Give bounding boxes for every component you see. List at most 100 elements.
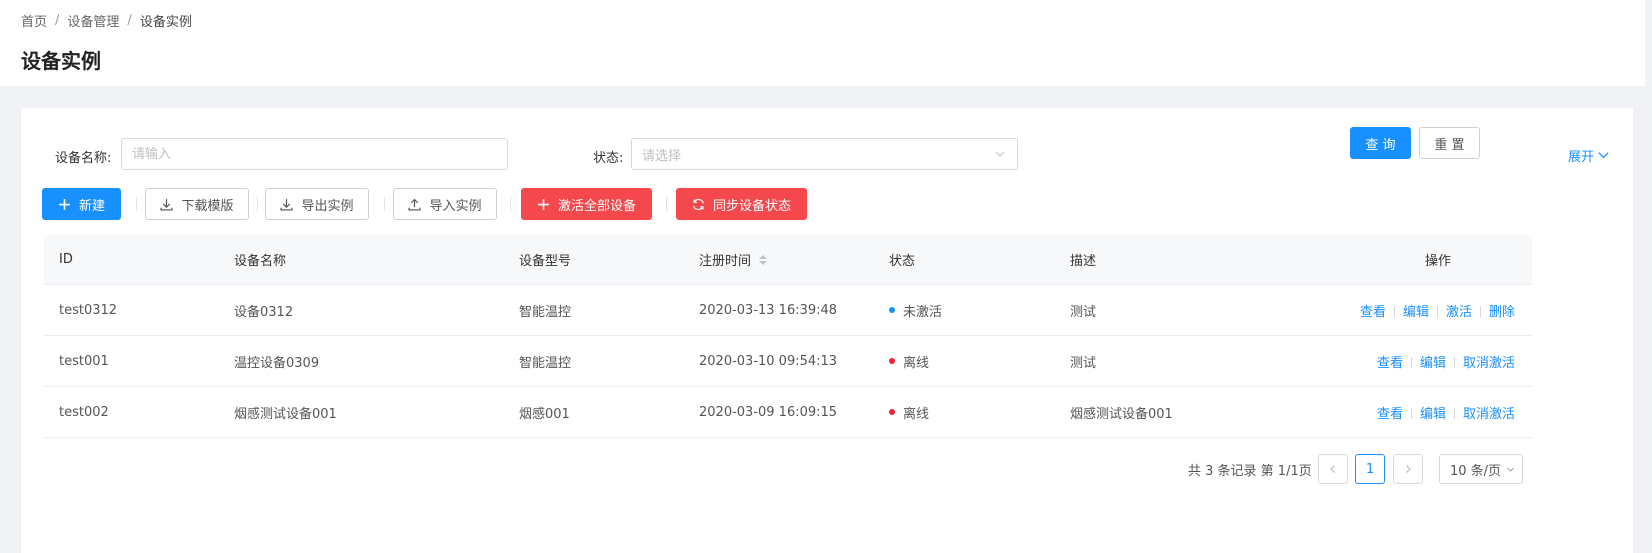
page-size-value: 10 条/页 [1450, 463, 1502, 479]
cell-name: 烟感测试设备001 [234, 406, 337, 422]
status-dot-icon [889, 409, 895, 415]
breadcrumb-home[interactable]: 首页 [21, 11, 47, 30]
toolbar-divider [666, 197, 667, 211]
breadcrumb-separator: / [127, 12, 132, 28]
activate-link[interactable]: 激活 [1446, 305, 1472, 320]
status-text: 离线 [903, 355, 930, 371]
col-status: 状态 [889, 254, 916, 269]
status-select-placeholder: 请选择 [642, 148, 682, 164]
reset-button-label: 重 置 [1434, 137, 1465, 153]
import-button[interactable]: 导入实例 [393, 188, 497, 220]
new-button[interactable]: 新建 [42, 188, 121, 220]
status-select[interactable]: 请选择 [631, 138, 1018, 170]
cell-desc: 测试 [1070, 304, 1097, 320]
status-dot-icon [889, 307, 895, 313]
edit-link[interactable]: 编辑 [1420, 407, 1446, 422]
table-row: test002 烟感测试设备001 烟感001 2020-03-09 16:09… [44, 387, 1532, 438]
page-number-button[interactable]: 1 [1355, 454, 1385, 484]
device-name-input[interactable] [121, 138, 508, 170]
edit-link[interactable]: 编辑 [1403, 305, 1429, 320]
chevron-down-icon [1598, 152, 1609, 159]
cell-desc: 测试 [1070, 355, 1097, 371]
export-button[interactable]: 导出实例 [265, 188, 369, 220]
status-label: 状态: [593, 151, 624, 166]
activate-all-label: 激活全部设备 [557, 198, 636, 214]
cell-status: 离线 [874, 352, 1055, 371]
plus-icon [538, 198, 549, 210]
next-page-button[interactable] [1393, 454, 1423, 484]
table-header: ID 设备名称 设备型号 注册时间 状态 描述 操作 [44, 235, 1532, 285]
col-time-label: 注册时间 [699, 254, 752, 269]
cell-id: test0312 [59, 302, 118, 318]
cell-type: 智能温控 [519, 304, 572, 320]
status-text: 离线 [903, 406, 930, 422]
main-card: 设备名称: 状态: 请选择 查 询 重 置 展开 新建 下载模版 导出实例 导入… [21, 108, 1633, 553]
col-id: ID [59, 252, 73, 267]
download-template-label: 下载模版 [181, 198, 234, 214]
toolbar-divider [136, 197, 137, 211]
cell-time: 2020-03-09 16:09:15 [699, 404, 838, 420]
upload-icon [408, 198, 421, 211]
table-row: test0312 设备0312 智能温控 2020-03-13 16:39:48… [44, 285, 1532, 336]
sort-icon[interactable] [759, 254, 768, 265]
export-button-label: 导出实例 [301, 198, 354, 214]
toolbar-divider [510, 197, 511, 211]
col-time[interactable]: 注册时间 [684, 250, 874, 269]
cell-status: 未激活 [874, 301, 1055, 320]
cell-time: 2020-03-13 16:39:48 [699, 302, 838, 318]
cell-ops: 查看 编辑 激活 删除 [1315, 301, 1532, 320]
chevron-down-icon [995, 151, 1005, 157]
breadcrumb-device-management[interactable]: 设备管理 [67, 11, 119, 30]
cell-name: 温控设备0309 [234, 355, 320, 371]
view-link[interactable]: 查看 [1377, 407, 1403, 422]
breadcrumb-current: 设备实例 [139, 14, 192, 30]
cell-name: 设备0312 [234, 304, 294, 320]
activate-all-button[interactable]: 激活全部设备 [521, 188, 652, 220]
sync-icon [693, 198, 704, 210]
prev-page-button[interactable] [1318, 454, 1348, 484]
plus-icon [59, 198, 70, 210]
query-button[interactable]: 查 询 [1350, 127, 1411, 159]
page-title: 设备实例 [21, 49, 101, 73]
pagination-total: 共 3 条记录 第 1/1页 [1188, 464, 1312, 479]
col-name: 设备名称 [234, 254, 287, 269]
col-type: 设备型号 [519, 254, 572, 269]
breadcrumb-separator: / [55, 12, 60, 28]
new-button-label: 新建 [78, 198, 105, 214]
toolbar-divider [384, 197, 385, 211]
cell-ops: 查看 编辑 取消激活 [1315, 352, 1532, 371]
chevron-down-icon [1507, 467, 1514, 472]
toolbar-divider [257, 197, 258, 211]
page-size-select[interactable]: 10 条/页 [1439, 454, 1523, 484]
scrollbar-track[interactable] [1645, 0, 1652, 545]
sync-status-label: 同步设备状态 [712, 198, 791, 214]
table-row: test001 温控设备0309 智能温控 2020-03-10 09:54:1… [44, 336, 1532, 387]
download-template-button[interactable]: 下载模版 [145, 188, 249, 220]
cell-type: 烟感001 [519, 406, 570, 422]
view-link[interactable]: 查看 [1377, 356, 1403, 371]
device-name-label: 设备名称: [55, 151, 112, 166]
device-table: ID 设备名称 设备型号 注册时间 状态 描述 操作 test0312 设备03… [44, 235, 1532, 438]
query-button-label: 查 询 [1365, 137, 1396, 153]
status-text: 未激活 [903, 304, 943, 320]
import-button-label: 导入实例 [429, 198, 482, 214]
edit-link[interactable]: 编辑 [1420, 356, 1446, 371]
cell-desc: 烟感测试设备001 [1070, 406, 1173, 422]
cell-ops: 查看 编辑 取消激活 [1315, 403, 1532, 422]
cell-type: 智能温控 [519, 355, 572, 371]
download-icon [160, 198, 173, 211]
reset-button[interactable]: 重 置 [1419, 127, 1480, 159]
col-ops: 操作 [1424, 254, 1451, 269]
expand-link-label: 展开 [1568, 150, 1595, 165]
view-link[interactable]: 查看 [1360, 305, 1386, 320]
deactivate-link[interactable]: 取消激活 [1463, 407, 1515, 422]
sync-status-button[interactable]: 同步设备状态 [676, 188, 807, 220]
delete-link[interactable]: 删除 [1489, 305, 1515, 320]
breadcrumb: 首页 / 设备管理 / 设备实例 [21, 11, 1631, 30]
col-desc: 描述 [1070, 254, 1097, 269]
chevron-right-icon [1406, 465, 1411, 473]
page-header: 首页 / 设备管理 / 设备实例 设备实例 [0, 0, 1652, 86]
expand-link[interactable]: 展开 [1568, 146, 1610, 165]
cell-id: test001 [59, 353, 109, 369]
deactivate-link[interactable]: 取消激活 [1463, 356, 1515, 371]
